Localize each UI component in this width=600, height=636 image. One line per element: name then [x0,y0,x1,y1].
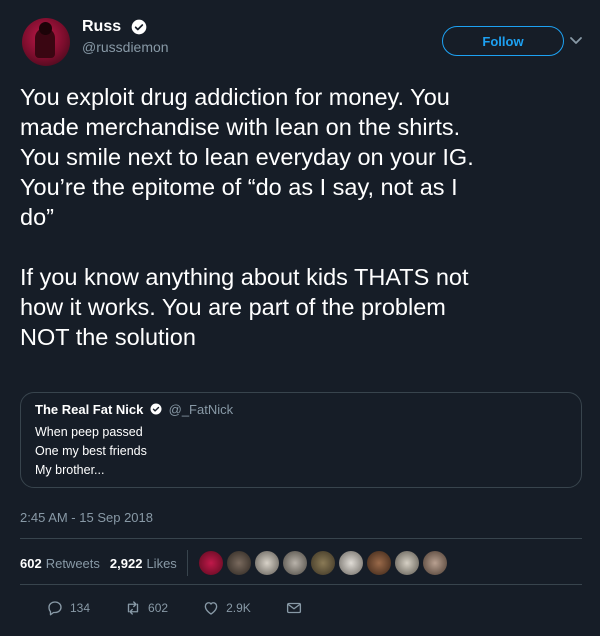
author-name[interactable]: Russ [82,18,121,36]
verified-badge-icon [150,403,162,415]
reply-count: 134 [70,601,91,615]
like-count: 2.9K [226,601,251,615]
retweet-count: 602 [148,601,169,615]
avatar[interactable] [22,18,70,66]
follow-button[interactable]: Follow [442,26,564,56]
avatar[interactable] [309,550,336,576]
quoted-author-handle: @_FatNick [168,402,234,417]
reply-icon [48,601,62,616]
retweets-count[interactable]: 602 [20,556,42,571]
quoted-tweet-text: When peep passed One my best friends My … [35,425,147,477]
tweet-timestamp[interactable]: 2:45 AM - 15 Sep 2018 [20,510,153,525]
tweet-header: Russ @russdiemon Follow [22,14,582,70]
heart-icon [204,602,218,615]
divider [20,584,582,585]
verified-badge-icon [131,19,146,35]
avatar[interactable] [197,550,224,576]
avatar-head [39,22,52,35]
avatar[interactable] [365,550,392,576]
divider [20,538,582,539]
retweets-label[interactable]: Retweets [46,556,100,571]
avatar[interactable] [281,550,308,576]
reply-button[interactable]: 134 [46,599,90,617]
quoted-tweet-header: The Real Fat Nick @_FatNick [35,402,567,417]
like-button[interactable]: 2.9K [202,599,251,617]
avatar[interactable] [393,550,420,576]
direct-message-button[interactable] [285,599,309,617]
envelope-icon [286,602,301,614]
engagement-stats: 602 Retweets 2,922 Likes [20,548,450,578]
quoted-author-name: The Real Fat Nick [35,402,144,417]
tweet-text: You exploit drug addiction for money. Yo… [20,84,474,350]
likes-count[interactable]: 2,922 [110,556,143,571]
quoted-tweet[interactable]: The Real Fat Nick @_FatNick When peep pa… [20,392,582,488]
author-info: Russ @russdiemon [82,18,169,55]
retweet-button[interactable]: 602 [124,599,168,617]
tweet-actions: 134 602 2.9K [46,596,343,620]
liker-avatars [197,550,450,576]
avatar[interactable] [337,550,364,576]
author-handle[interactable]: @russdiemon [82,39,169,55]
retweet-icon [127,601,139,615]
stats-separator [186,550,188,576]
avatar[interactable] [421,550,448,576]
chevron-down-icon[interactable] [568,32,584,48]
likes-label[interactable]: Likes [146,556,176,571]
avatar[interactable] [253,550,280,576]
avatar[interactable] [225,550,252,576]
